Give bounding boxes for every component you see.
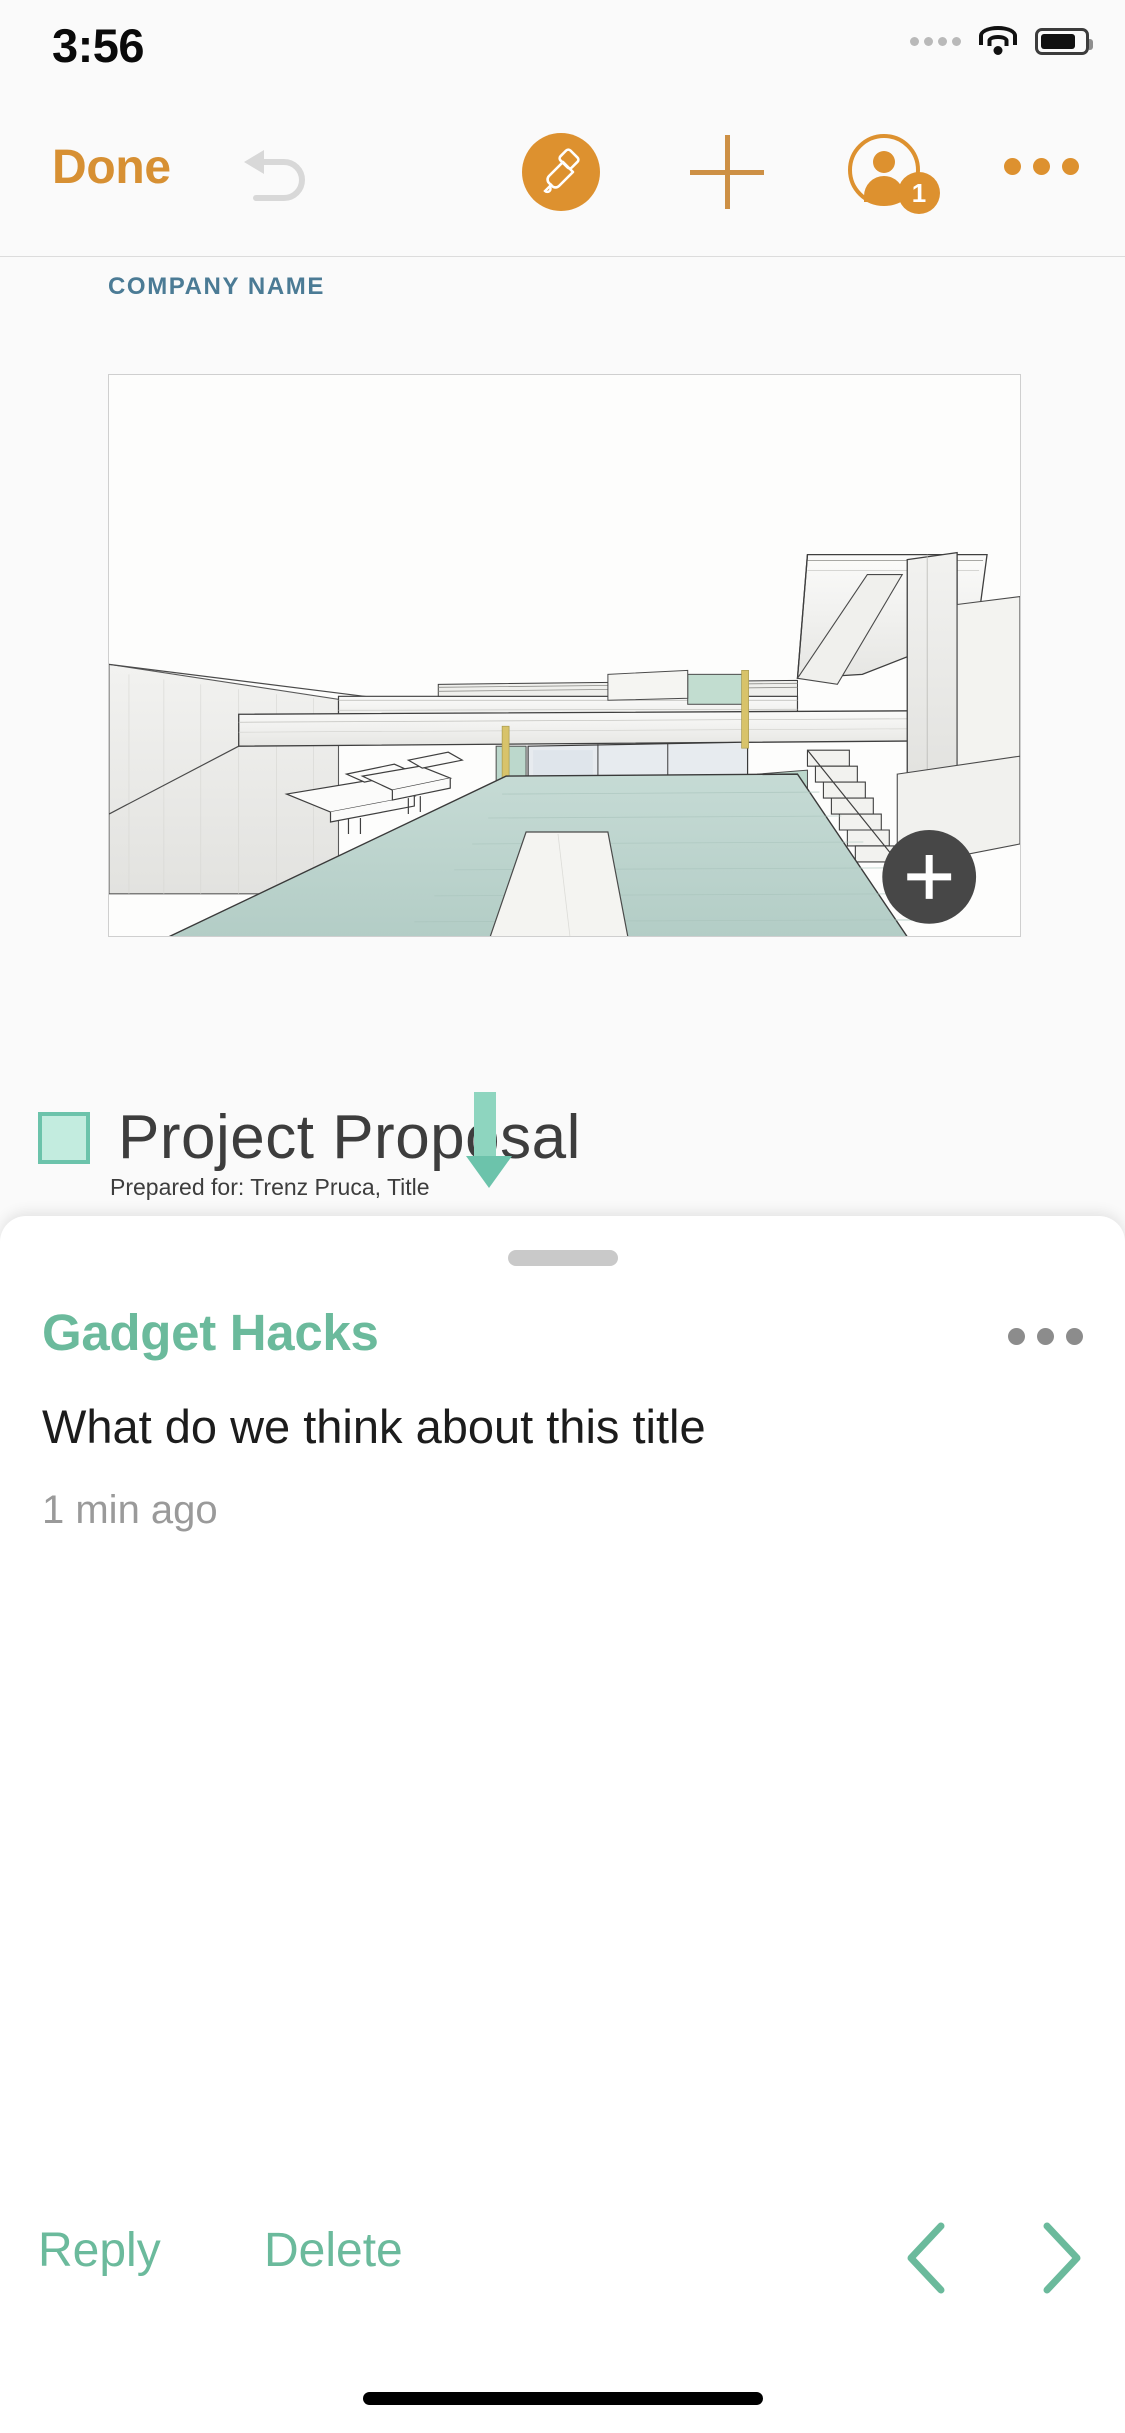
plus-icon[interactable] [690,135,764,209]
comment-text[interactable]: What do we think about this title [42,1398,1065,1457]
phone-screen: 3:56 Done 1 COMPANY NAME Project Proposa… [0,0,1125,2433]
status-time: 3:56 [52,19,145,72]
slide-canvas[interactable]: COMPANY NAME Project Proposal Prepared f… [0,257,1125,1257]
comment-sheet: Gadget Hacks What do we think about this… [0,1216,1125,2433]
title-bullet-square [38,1111,90,1164]
architectural-sketch-image [109,375,1020,936]
wifi-icon [979,26,1017,56]
chevron-left-icon[interactable] [901,2220,955,2296]
sheet-drag-handle[interactable] [507,1250,618,1266]
comment-timestamp: 1 min ago [42,1488,218,1532]
home-indicator[interactable] [362,2392,763,2405]
comment-options-button[interactable] [1008,1328,1083,1345]
slide-image-placeholder[interactable] [108,374,1021,937]
collaborators-button[interactable]: 1 [848,134,940,214]
slide-subtitle[interactable]: Prepared for: Trenz Pruca, Title [110,1174,430,1201]
comment-action-bar: Reply Delete [0,2220,1125,2319]
reply-button[interactable]: Reply [38,2223,161,2278]
add-media-button [882,830,977,924]
collaborator-count-badge: 1 [898,172,940,214]
undo-arrow-icon[interactable] [238,144,316,206]
company-name-text[interactable]: COMPANY NAME [108,273,325,301]
status-bar: 3:56 [0,0,1125,92]
done-button[interactable]: Done [52,140,171,195]
text-cursor [474,1092,496,1158]
selection-handle[interactable] [466,1156,512,1188]
chevron-right-icon[interactable] [1033,2220,1087,2296]
battery-icon [1035,27,1093,55]
signal-dots-icon [910,36,961,46]
editor-toolbar: Done 1 [0,92,1125,257]
delete-button[interactable]: Delete [264,2223,403,2278]
comment-author: Gadget Hacks [42,1304,379,1361]
status-indicators [910,26,1093,56]
paintbrush-icon[interactable] [522,133,600,211]
more-options-button[interactable] [1004,158,1079,175]
